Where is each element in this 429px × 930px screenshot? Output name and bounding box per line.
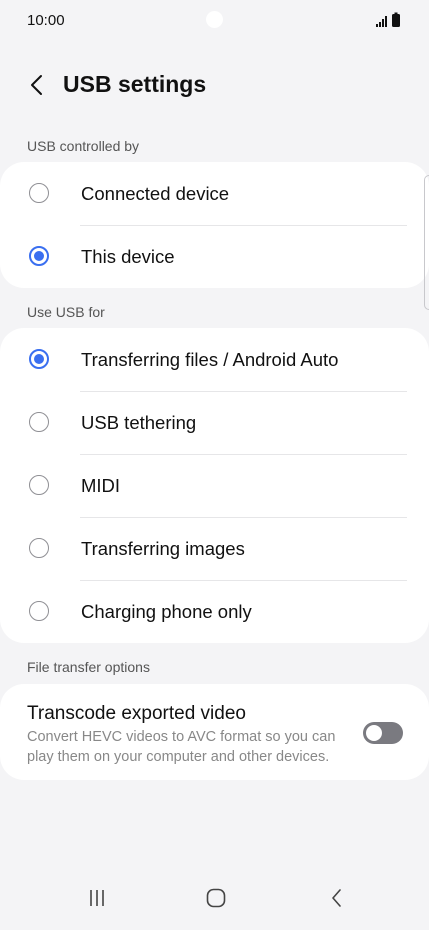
use-usb-card: Transferring files / Android Auto USB te… [0, 328, 429, 643]
option-connected-device[interactable]: Connected device [0, 162, 429, 225]
navigation-bar [0, 872, 429, 930]
option-usb-tethering[interactable]: USB tethering [0, 391, 429, 454]
option-transferring-images[interactable]: Transferring images [0, 517, 429, 580]
camera-cutout [206, 11, 223, 28]
controlled-by-card: Connected device This device [0, 162, 429, 288]
radio-button[interactable] [29, 538, 49, 558]
section-label-controlled-by: USB controlled by [27, 138, 140, 154]
nav-back-button[interactable] [317, 878, 357, 918]
status-icons [375, 12, 405, 28]
radio-button[interactable] [29, 183, 49, 203]
section-label-use-usb-for: Use USB for [27, 304, 105, 320]
radio-button[interactable] [29, 601, 49, 621]
radio-button[interactable] [29, 475, 49, 495]
option-label: Charging phone only [81, 601, 252, 622]
back-button[interactable] [20, 68, 54, 102]
transcode-description: Convert HEVC videos to AVC format so you… [27, 729, 336, 765]
radio-button-checked[interactable] [29, 246, 49, 266]
transcode-card[interactable]: Transcode exported video Convert HEVC vi… [0, 684, 429, 780]
scroll-handle[interactable] [424, 175, 429, 310]
radio-button-checked[interactable] [29, 349, 49, 369]
back-icon [332, 889, 341, 907]
option-midi[interactable]: MIDI [0, 454, 429, 517]
option-label: Connected device [81, 183, 230, 204]
chevron-left-icon [31, 75, 42, 95]
signal-icon [376, 12, 400, 27]
option-charging-only[interactable]: Charging phone only [0, 580, 429, 643]
status-bar: 10:00 [0, 0, 429, 40]
section-label-file-transfer: File transfer options [27, 659, 150, 675]
home-icon [206, 888, 226, 908]
header: USB settings [0, 62, 429, 110]
toggle-knob [366, 725, 382, 741]
status-time: 10:00 [27, 12, 65, 29]
option-label: Transferring files / Android Auto [81, 349, 339, 370]
transcode-toggle[interactable] [363, 722, 403, 744]
home-button[interactable] [196, 878, 236, 918]
recents-button[interactable] [77, 878, 117, 918]
transcode-title: Transcode exported video [27, 703, 246, 724]
option-label: MIDI [81, 475, 121, 496]
option-label: USB tethering [81, 412, 197, 433]
option-transferring-files[interactable]: Transferring files / Android Auto [0, 328, 429, 391]
recents-icon [90, 890, 104, 906]
page-title: USB settings [63, 71, 207, 97]
option-label: Transferring images [81, 538, 245, 559]
option-this-device[interactable]: This device [0, 225, 429, 288]
option-label: This device [81, 246, 175, 267]
radio-button[interactable] [29, 412, 49, 432]
